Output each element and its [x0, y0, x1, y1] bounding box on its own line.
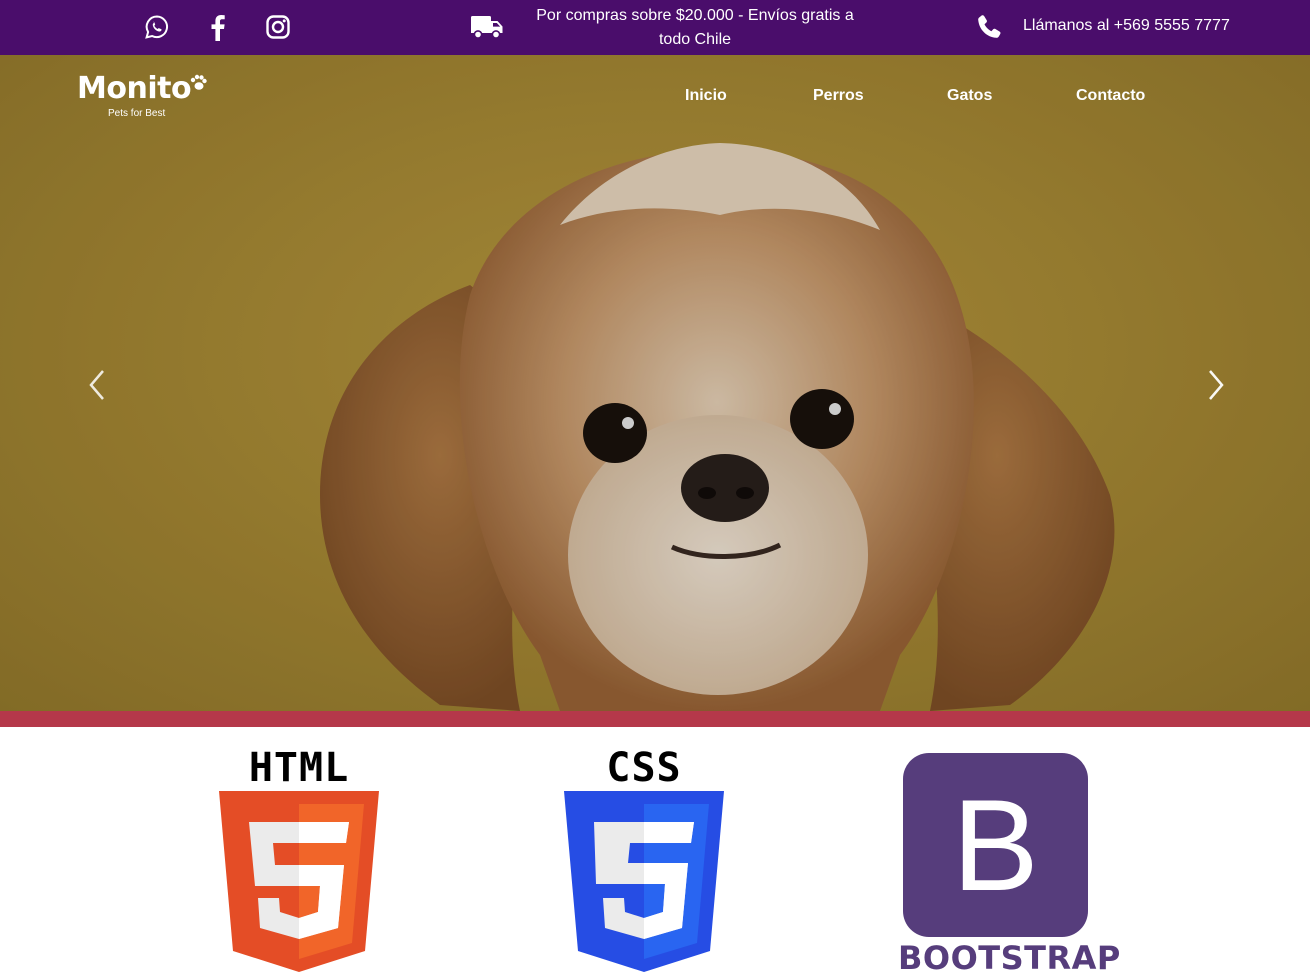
css3-shield-icon	[564, 791, 724, 972]
html5-shield-icon	[219, 791, 379, 972]
bootstrap-b-icon: B	[903, 753, 1088, 937]
nav-gatos[interactable]: Gatos	[947, 87, 992, 105]
carousel-prev-button[interactable]	[83, 365, 113, 405]
css3-logo: CSS	[564, 745, 724, 978]
truck-icon	[470, 14, 504, 40]
nav-contacto[interactable]: Contacto	[1076, 87, 1145, 105]
promo-banner: Por compras sobre $20.000 - Envíos grati…	[470, 0, 870, 55]
tech-logos: HTML CSS B BOOTSTRAP	[0, 727, 1310, 978]
chevron-right-icon	[1200, 370, 1230, 409]
main-nav: Inicio Perros Gatos Contacto	[0, 87, 1310, 111]
html-label: HTML	[248, 745, 350, 791]
bootstrap-label: BOOTSTRAP	[898, 939, 1121, 977]
bootstrap-logo: B BOOTSTRAP	[898, 753, 1120, 978]
nav-perros[interactable]: Perros	[813, 87, 864, 105]
instagram-icon[interactable]	[262, 11, 294, 43]
html5-logo: HTML	[219, 745, 379, 978]
css-label: CSS	[606, 745, 682, 791]
whatsapp-icon[interactable]	[141, 11, 173, 43]
nav-inicio[interactable]: Inicio	[685, 87, 727, 105]
hero-overlay	[0, 55, 1310, 711]
phone-icon	[975, 13, 1003, 41]
top-bar: Por compras sobre $20.000 - Envíos grati…	[0, 0, 1310, 55]
section-divider	[0, 711, 1310, 727]
hero-carousel: Monito Pets for Best Inicio Perros Gatos…	[0, 55, 1310, 711]
promo-text: Por compras sobre $20.000 - Envíos grati…	[536, 7, 854, 48]
chevron-left-icon	[83, 370, 113, 409]
carousel-next-button[interactable]	[1200, 365, 1230, 405]
facebook-icon[interactable]	[201, 11, 233, 43]
phone-text: Llámanos al +569 5555 7777	[1023, 17, 1230, 34]
